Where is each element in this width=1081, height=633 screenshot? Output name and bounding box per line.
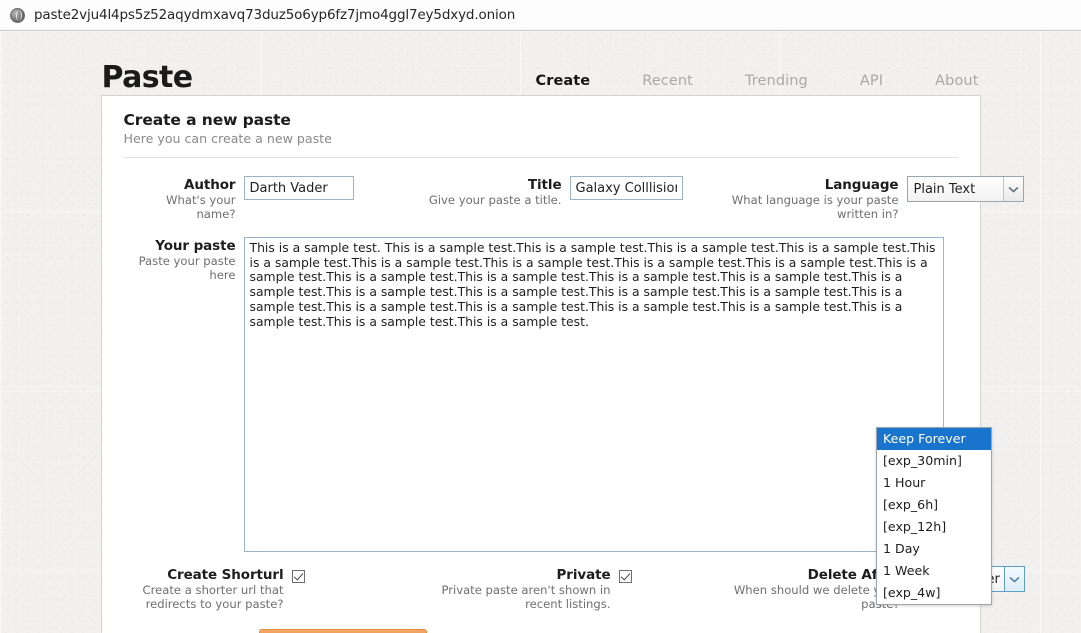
nav-item-create[interactable]: Create xyxy=(535,73,590,89)
paste-label: Your paste xyxy=(155,238,236,254)
paste-help: Paste your paste here xyxy=(138,254,236,282)
url-text[interactable]: paste2vju4l4ps5z52aqydmxavq73duz5o6yp6fz… xyxy=(34,7,515,23)
paste-label-block: Your paste Paste your paste here xyxy=(124,237,236,282)
onion-globe-icon xyxy=(10,7,25,23)
private-label-block: Private Private paste aren't shown in re… xyxy=(435,566,611,611)
field-private: Private Private paste aren't shown in re… xyxy=(305,566,632,611)
site-header: Paste Create Recent Trending API About xyxy=(101,39,981,95)
form-row-meta: Author What's your name? Title Give your… xyxy=(124,176,1024,221)
shorturl-label: Create Shorturl xyxy=(167,567,284,583)
language-select-wrap: Plain Text xyxy=(899,176,1024,202)
form-row-paste: Your paste Paste your paste here This is… xyxy=(124,237,958,552)
page-container: Paste Create Recent Trending API About C… xyxy=(100,31,1025,633)
dropdown-option-1week[interactable]: 1 Week xyxy=(877,560,991,582)
author-label-block: Author What's your name? xyxy=(124,176,236,221)
author-label: Author xyxy=(184,177,236,193)
private-label: Private xyxy=(556,567,611,583)
nav-item-about[interactable]: About xyxy=(935,73,978,89)
language-label-block: Language What language is your paste wri… xyxy=(731,176,899,221)
page-title: Create a new paste xyxy=(123,111,291,129)
dropdown-option-1hour[interactable]: 1 Hour xyxy=(877,472,991,494)
nav-item-api[interactable]: API xyxy=(860,73,883,89)
create-paste-panel: Create a new paste Here you can create a… xyxy=(100,95,1025,633)
language-label: Language xyxy=(824,177,899,193)
delete-after-dropdown-list[interactable]: Keep Forever [exp_30min] 1 Hour [exp_6h]… xyxy=(876,427,992,605)
field-title: Title Give your paste a title. xyxy=(354,176,683,208)
form-row-options: Create Shorturl Create a shorter url tha… xyxy=(124,566,1025,611)
dropdown-option-12h[interactable]: [exp_12h] xyxy=(877,516,991,538)
header-divider xyxy=(123,157,958,158)
delete-after-label-block: Delete After When should we delete your … xyxy=(732,566,900,611)
language-select[interactable]: Plain Text xyxy=(906,176,1024,202)
submit-button[interactable] xyxy=(258,629,427,633)
dropdown-option-30min[interactable]: [exp_30min] xyxy=(877,450,991,472)
field-author: Author What's your name? xyxy=(124,176,354,221)
paste-textarea[interactable]: This is a sample test. This is a sample … xyxy=(243,237,944,552)
field-language: Language What language is your paste wri… xyxy=(683,176,1024,221)
title-label: Title xyxy=(527,177,562,193)
dropdown-option-1day[interactable]: 1 Day xyxy=(877,538,991,560)
dropdown-option-keep-forever[interactable]: Keep Forever xyxy=(877,428,991,450)
page-canvas: Paste Create Recent Trending API About C… xyxy=(0,31,1081,633)
site-logo[interactable]: Paste xyxy=(101,63,194,93)
private-help: Private paste aren't shown in recent lis… xyxy=(441,583,611,611)
nav-item-recent[interactable]: Recent xyxy=(642,73,693,89)
language-help: What language is your paste written in? xyxy=(731,193,899,221)
page-subtitle: Here you can create a new paste xyxy=(123,131,332,146)
title-help: Give your paste a title. xyxy=(428,193,562,207)
shorturl-help: Create a shorter url that redirects to y… xyxy=(142,583,284,611)
shorturl-label-block: Create Shorturl Create a shorter url tha… xyxy=(124,566,284,611)
shorturl-checkbox[interactable] xyxy=(291,570,305,583)
author-input[interactable] xyxy=(243,176,354,200)
private-checkbox[interactable] xyxy=(618,570,632,583)
field-create-shorturl: Create Shorturl Create a shorter url tha… xyxy=(124,566,305,611)
title-input[interactable] xyxy=(569,176,683,200)
dropdown-option-6h[interactable]: [exp_6h] xyxy=(877,494,991,516)
delete-after-label: Delete After xyxy=(807,567,900,583)
author-help: What's your name? xyxy=(166,193,236,221)
title-label-block: Title Give your paste a title. xyxy=(422,176,562,208)
main-nav: Create Recent Trending API About xyxy=(535,73,980,93)
browser-url-bar: paste2vju4l4ps5z52aqydmxavq73duz5o6yp6fz… xyxy=(0,0,1081,31)
nav-item-trending[interactable]: Trending xyxy=(745,73,808,89)
delete-after-help: When should we delete your paste? xyxy=(733,583,900,610)
dropdown-option-4w[interactable]: [exp_4w] xyxy=(877,582,991,604)
